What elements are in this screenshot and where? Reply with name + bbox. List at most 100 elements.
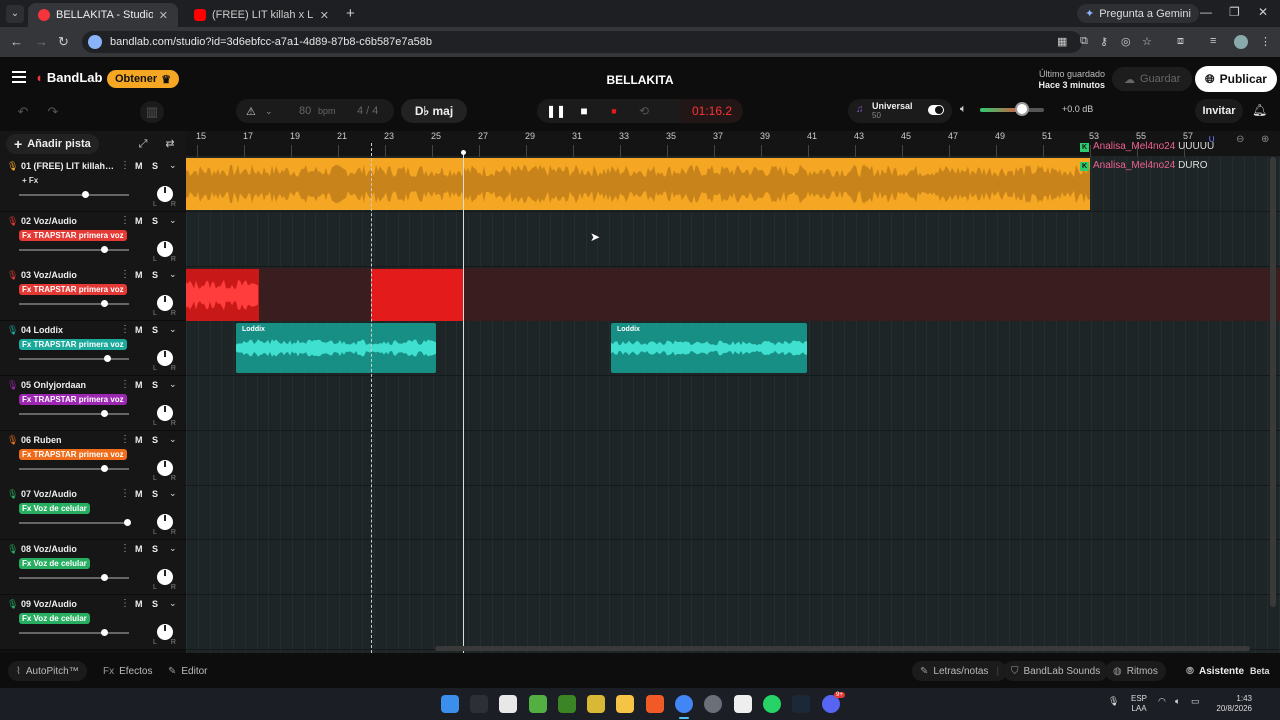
track-volume-slider[interactable]: [19, 628, 129, 636]
track-lane[interactable]: [186, 431, 1280, 486]
loop-start-marker[interactable]: [371, 143, 372, 653]
mute-button[interactable]: M: [135, 380, 143, 390]
editor-button[interactable]: ✎ Editor: [160, 661, 216, 681]
track-volume-slider[interactable]: [19, 409, 129, 417]
pause-icon[interactable]: ❚❚: [546, 102, 566, 120]
media-control-icon[interactable]: ≡: [1210, 35, 1216, 47]
tab-close-icon[interactable]: ✕: [159, 9, 168, 22]
track-lane[interactable]: [186, 376, 1280, 431]
expand-chevron-icon[interactable]: ⌄: [169, 488, 177, 499]
volume-knob[interactable]: [100, 409, 108, 417]
volume-icon[interactable]: 🔈︎: [1175, 696, 1180, 707]
track-name[interactable]: 02 Voz/Audio: [21, 216, 116, 226]
new-tab-plus-icon[interactable]: +: [346, 5, 355, 22]
stop-icon[interactable]: ■: [575, 102, 593, 120]
track-header[interactable]: 🎙︎ 05 Onlyjordaan ⋮ M S ⌄ Fx TRAPSTAR pr…: [0, 375, 186, 431]
obtener-button[interactable]: Obtener ♛: [107, 70, 180, 88]
horizontal-scrollbar[interactable]: [435, 646, 1250, 651]
bpm-value[interactable]: 80: [299, 105, 311, 117]
tab-youtube[interactable]: (FREE) LIT killah x Lucho SSJ Typ ✕: [184, 3, 339, 27]
record-icon[interactable]: ■: [605, 102, 623, 120]
key-selector[interactable]: D♭ maj: [401, 99, 467, 123]
bandlab-sounds-button[interactable]: ⛉ BandLab Sounds: [1003, 661, 1109, 681]
site-info-icon[interactable]: [88, 35, 102, 49]
file-explorer-icon[interactable]: [616, 695, 634, 713]
metronome-icon[interactable]: ⚠: [246, 105, 256, 118]
track-01-clip[interactable]: [186, 158, 1090, 210]
bookmark-star-icon[interactable]: ☆: [1142, 35, 1152, 48]
pan-knob[interactable]: [157, 295, 173, 312]
volume-knob[interactable]: [82, 191, 89, 198]
expand-chevron-icon[interactable]: ⌄: [169, 434, 177, 445]
browser-menu-icon[interactable]: ⋮: [1260, 35, 1271, 48]
track-fx-chip[interactable]: Fx Voz de celular: [19, 557, 90, 569]
time-signature[interactable]: 4 / 4: [357, 105, 378, 117]
pan-knob[interactable]: [157, 186, 173, 202]
pan-knob[interactable]: [157, 459, 173, 476]
game-icon[interactable]: [587, 695, 605, 713]
cast-icon[interactable]: ⧉: [1080, 35, 1088, 48]
track-header[interactable]: 🎙︎ 03 Voz/Audio ⋮ M S ⌄ Fx TRAPSTAR prim…: [0, 266, 186, 322]
settings-gear-icon[interactable]: [704, 695, 722, 713]
minimize-icon[interactable]: —: [1200, 5, 1212, 19]
track-header[interactable]: 🎙︎ 09 Voz/Audio ⋮ M S ⌄ Fx Voz de celula…: [0, 594, 186, 650]
track-options-icon[interactable]: ⋮: [120, 160, 130, 171]
track-name[interactable]: 04 Loddix: [21, 325, 116, 335]
track-lane[interactable]: [186, 595, 1280, 650]
mic-icon[interactable]: 🎙︎: [1108, 696, 1119, 707]
track-fx-chip[interactable]: Fx Voz de celular: [19, 503, 90, 515]
asistente-button[interactable]: ⦾ Asistente Beta: [1178, 661, 1278, 681]
track-volume-slider[interactable]: [19, 245, 129, 253]
track-03-clip-recording[interactable]: [371, 269, 463, 321]
minecraft-icon[interactable]: [558, 695, 576, 713]
volume-knob[interactable]: [100, 245, 108, 253]
xbox-icon[interactable]: [529, 695, 547, 713]
master-volume-knob[interactable]: [1015, 102, 1029, 116]
track-lane[interactable]: [186, 212, 1280, 267]
track-04-clip-a[interactable]: Loddix: [236, 323, 436, 373]
mute-button[interactable]: M: [135, 325, 143, 335]
piano-icon[interactable]: ▥: [140, 101, 164, 123]
eye-off-icon[interactable]: ◎: [1121, 35, 1131, 48]
collaborator-comment[interactable]: K Analisa_Mel4no24 DURO: [1080, 160, 1208, 171]
wifi-icon[interactable]: ◠: [1158, 696, 1166, 707]
universal-toggle[interactable]: [928, 105, 944, 115]
universal-fx[interactable]: ♫ Universal 50: [848, 99, 952, 123]
track-volume-slider[interactable]: [19, 191, 129, 198]
profile-avatar[interactable]: [1234, 35, 1248, 49]
track-lane[interactable]: [186, 485, 1280, 541]
system-clock[interactable]: 1:43 20/8/2026: [1212, 694, 1252, 714]
volume-knob[interactable]: [100, 573, 108, 581]
ritmos-button[interactable]: ◍ Ritmos: [1105, 661, 1166, 681]
speaker-icon[interactable]: 🔈︎: [960, 103, 967, 116]
solo-button[interactable]: S: [152, 599, 158, 609]
gemini-button[interactable]: ✦ Pregunta a Gemini: [1077, 4, 1199, 23]
reload-icon[interactable]: ↻: [58, 34, 69, 50]
track-name[interactable]: 08 Voz/Audio: [21, 544, 116, 554]
mute-button[interactable]: M: [135, 435, 143, 445]
track-name[interactable]: 01 (FREE) LIT killah x L...: [21, 161, 116, 171]
back-arrow-icon[interactable]: ←: [10, 34, 23, 49]
track-fx-chip[interactable]: Fx TRAPSTAR primera voz: [19, 393, 127, 405]
track-name[interactable]: 03 Voz/Audio: [21, 270, 116, 280]
solo-button[interactable]: S: [152, 435, 158, 445]
pan-knob[interactable]: [157, 514, 173, 531]
language-indicator[interactable]: ESP LAA: [1131, 694, 1147, 714]
track-fx-chip[interactable]: Fx TRAPSTAR primera voz: [19, 284, 127, 296]
url-field[interactable]: bandlab.com/studio?id=3d6ebfcc-a7a1-4d89…: [82, 31, 1082, 53]
track-volume-slider[interactable]: [19, 519, 131, 527]
track-options-icon[interactable]: ⋮: [120, 543, 130, 554]
track-options-icon[interactable]: ⋮: [120, 324, 130, 335]
track-options-icon[interactable]: ⋮: [120, 269, 130, 280]
zoom-in-icon[interactable]: ⊕: [1261, 134, 1269, 145]
pan-knob[interactable]: [157, 568, 173, 585]
forward-arrow-icon[interactable]: →: [35, 34, 48, 49]
mute-button[interactable]: M: [135, 489, 143, 499]
automation-icon[interactable]: ⤢: [134, 135, 152, 153]
project-title[interactable]: BELLAKITA: [590, 73, 690, 87]
letras-button[interactable]: ✎ Letras/notas |: [912, 661, 1008, 681]
maximize-icon[interactable]: ❐: [1229, 5, 1240, 19]
track-volume-slider[interactable]: [19, 573, 129, 581]
mute-button[interactable]: M: [135, 270, 143, 280]
track-fx-chip[interactable]: + Fx: [19, 175, 41, 186]
